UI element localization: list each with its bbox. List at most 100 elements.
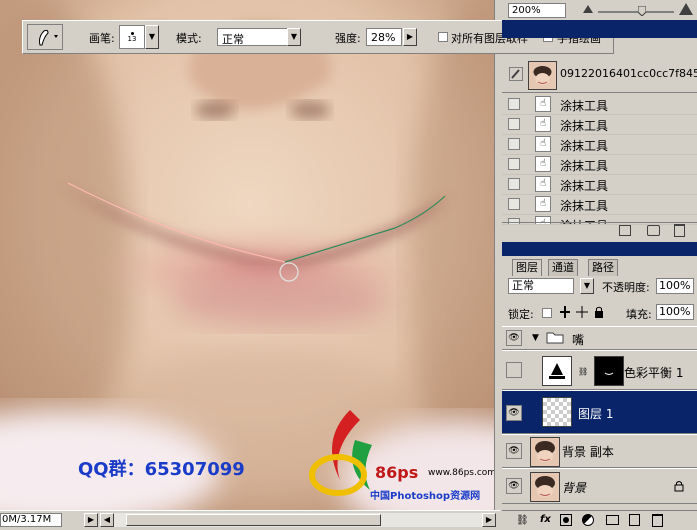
tab-channels[interactable]: 通道	[548, 259, 578, 276]
zoom-slider-track[interactable]	[598, 11, 674, 13]
scroll-right-button[interactable]: ▶	[482, 513, 496, 527]
history-step-label: 涂抹工具	[560, 99, 609, 113]
visibility-box[interactable]	[506, 362, 522, 378]
tool-preset-picker[interactable]	[27, 24, 63, 50]
scroll-left-button[interactable]: ◀	[100, 513, 114, 527]
layer-style-icon[interactable]: fx	[540, 514, 551, 525]
canvas-image	[0, 0, 500, 510]
watermark-url: www.86ps.com	[428, 468, 497, 478]
image-canvas[interactable]: QQ群：65307099 86ps www.86ps.com 中国Photosh…	[0, 0, 500, 510]
fill-field[interactable]: 100%	[656, 304, 694, 320]
history-brush-source-box[interactable]	[508, 98, 520, 110]
history-footer	[502, 222, 697, 237]
new-layer-icon[interactable]	[629, 514, 640, 526]
delete-layer-icon[interactable]	[652, 514, 663, 527]
history-step[interactable]: ☝ 涂抹工具	[502, 114, 697, 135]
history-brush-source-box[interactable]	[508, 158, 520, 170]
adjustment-icon	[542, 356, 572, 386]
lock-icon	[674, 480, 684, 492]
history-brush-source-box[interactable]	[508, 118, 520, 130]
new-group-icon[interactable]	[606, 515, 619, 525]
brush-preset-picker[interactable]: 13	[119, 25, 145, 49]
lock-image-icon[interactable]	[560, 306, 570, 318]
layer-row-selected[interactable]: 👁 图层 1	[502, 390, 697, 434]
folder-icon	[546, 331, 564, 344]
new-snapshot-icon[interactable]	[647, 225, 660, 236]
add-mask-icon[interactable]	[560, 514, 572, 526]
mask-link-icon[interactable]: ⛓	[578, 367, 588, 376]
blend-mode-dropdown-button[interactable]: ▼	[580, 278, 594, 294]
history-step-label: 涂抹工具	[560, 179, 609, 193]
history-brush-source-box[interactable]	[508, 138, 520, 150]
snapshot-thumbnail[interactable]	[528, 61, 557, 90]
lock-position-icon[interactable]	[576, 306, 588, 318]
snapshot-name: 09122016401cc0cc7f845...	[560, 67, 697, 80]
layer-thumbnail[interactable]	[530, 472, 560, 502]
zoom-slider-thumb[interactable]	[637, 5, 647, 17]
delete-state-icon[interactable]	[674, 224, 685, 237]
link-layers-icon[interactable]: ⛓	[516, 515, 529, 526]
lock-transparency-checkbox[interactable]	[542, 308, 552, 318]
layer-row[interactable]: 👁 背景	[502, 468, 697, 504]
blend-mode-select[interactable]: 正常	[508, 278, 574, 294]
brush-dropdown-button[interactable]: ▼	[145, 25, 159, 49]
layer-mask-thumbnail[interactable]	[594, 356, 624, 386]
lock-label: 锁定:	[508, 308, 534, 321]
sample-all-layers-checkbox[interactable]	[438, 32, 448, 42]
mode-label: 模式:	[176, 32, 202, 45]
brush-label: 画笔:	[89, 32, 115, 45]
eye-icon[interactable]: 👁	[506, 330, 522, 346]
layer-name: 色彩平衡 1	[624, 366, 684, 380]
eye-icon[interactable]: 👁	[506, 405, 522, 421]
history-step[interactable]: ☝ 涂抹工具	[502, 174, 697, 195]
history-step[interactable]: ☝ 涂抹工具	[502, 134, 697, 155]
new-document-from-state-icon[interactable]	[619, 225, 631, 236]
zoom-out-icon[interactable]	[582, 2, 594, 16]
history-divider	[502, 92, 697, 93]
lock-all-icon[interactable]	[594, 306, 604, 318]
eye-icon[interactable]: 👁	[506, 478, 522, 494]
tab-paths[interactable]: 路径	[588, 259, 618, 276]
history-brush-source-box[interactable]	[508, 178, 520, 190]
history-step[interactable]: ☝ 涂抹工具	[502, 94, 697, 115]
layer-name: 图层 1	[578, 407, 614, 421]
eye-icon[interactable]: 👁	[506, 443, 522, 459]
history-step-label: 涂抹工具	[560, 119, 609, 133]
layers-panel-header	[502, 242, 697, 256]
snapshot-brush-source-icon[interactable]	[509, 67, 523, 81]
tab-layers[interactable]: 图层	[512, 259, 542, 276]
layer-name: 背景 副本	[562, 445, 614, 459]
layer-thumbnail[interactable]	[530, 437, 560, 467]
strength-field[interactable]: 28%	[366, 28, 402, 46]
navigator-strip: 200%	[500, 0, 697, 20]
layer-name: 背景	[562, 481, 587, 495]
layer-group-row[interactable]: 👁 ▼ 嘴	[502, 326, 697, 350]
history-brush-source-box[interactable]	[508, 198, 520, 210]
history-step-label: 涂抹工具	[560, 199, 609, 213]
opacity-field[interactable]: 100%	[656, 278, 694, 294]
strength-slider-button[interactable]: ▶	[403, 28, 417, 46]
horizontal-scrollbar[interactable]	[114, 513, 482, 527]
scroll-thumb[interactable]	[126, 514, 381, 526]
smudge-tool-icon: ☝	[535, 156, 551, 172]
new-adjustment-layer-icon[interactable]	[582, 514, 594, 526]
smudge-tool-icon: ☝	[535, 136, 551, 152]
layers-footer: ⛓ fx	[502, 510, 697, 530]
zoom-in-icon[interactable]	[678, 1, 694, 17]
status-menu-button[interactable]: ▶	[84, 513, 98, 527]
history-panel: 09122016401cc0cc7f845... ☝ 涂抹工具 ☝ 涂抹工具 ☝…	[502, 58, 697, 238]
watermark-brand: 86ps	[375, 463, 419, 482]
history-panel-header	[502, 20, 697, 38]
layer-row[interactable]: 👁 背景 副本	[502, 434, 697, 468]
mode-dropdown-button[interactable]: ▼	[287, 28, 301, 46]
layer-row[interactable]: ⛓ 色彩平衡 1	[502, 350, 697, 390]
transparent-layer-thumbnail[interactable]	[542, 397, 572, 427]
history-step[interactable]: ☝ 涂抹工具	[502, 194, 697, 215]
disclosure-triangle-icon[interactable]: ▼	[532, 333, 539, 343]
fill-label: 填充:	[626, 308, 652, 321]
history-step[interactable]: ☝ 涂抹工具	[502, 154, 697, 175]
mode-select[interactable]: 正常	[217, 28, 289, 46]
smudge-tool-icon: ☝	[535, 176, 551, 192]
zoom-field[interactable]: 200%	[508, 3, 566, 18]
brush-size: 13	[127, 35, 137, 43]
